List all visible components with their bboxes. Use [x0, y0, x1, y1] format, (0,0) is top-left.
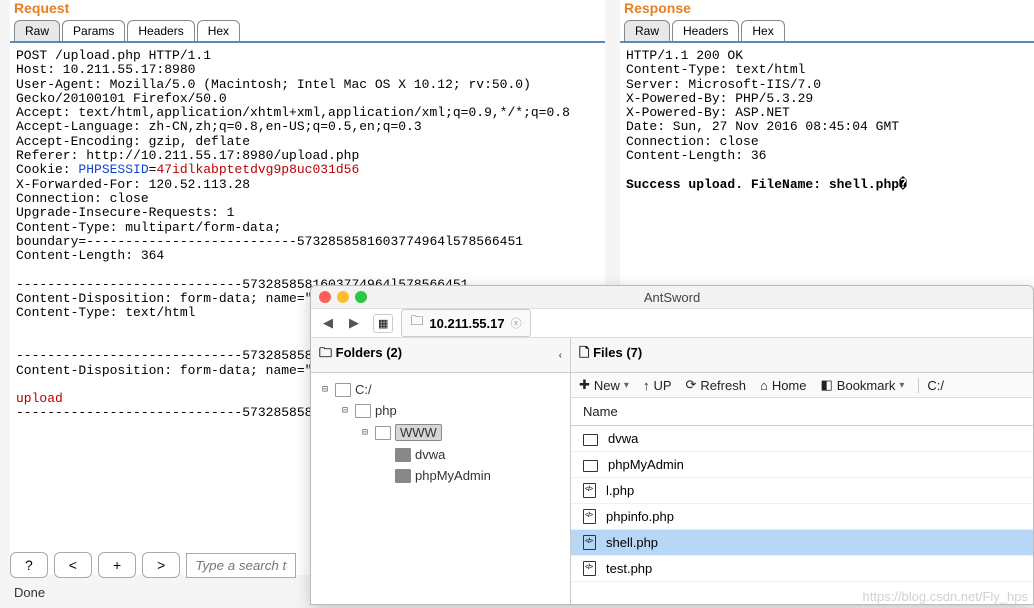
column-name[interactable]: Name: [571, 398, 1033, 426]
tree-node-phpMyAdmin[interactable]: phpMyAdmin: [311, 465, 570, 486]
code-file-icon: [583, 561, 596, 576]
up-button[interactable]: ↑ UP: [643, 378, 672, 393]
files-title: Files (7): [593, 345, 642, 360]
add-button[interactable]: +: [98, 552, 136, 578]
new-button[interactable]: ✚ New ▾: [579, 377, 629, 393]
address-text: 10.211.55.17: [429, 316, 504, 331]
folder-icon: [355, 404, 371, 418]
files-toolbar: ✚ New ▾ ↑ UP ⟳ Refresh ⌂ Home ◧ Bookmark…: [571, 373, 1033, 398]
address-tab[interactable]: 🗀 10.211.55.17 ⓧ: [401, 309, 530, 337]
file-row-phpMyAdmin[interactable]: phpMyAdmin: [571, 452, 1033, 478]
home-button[interactable]: ⌂ Home: [760, 378, 807, 393]
search-input[interactable]: [186, 553, 296, 578]
file-list[interactable]: dvwaphpMyAdminl.phpphpinfo.phpshell.phpt…: [571, 426, 1033, 582]
request-tabbar: RawParamsHeadersHex: [10, 16, 605, 43]
tree-node-WWW[interactable]: ⊟ WWW: [311, 421, 570, 444]
prev-button[interactable]: <: [54, 552, 92, 578]
antsword-titlebar[interactable]: AntSword: [311, 286, 1033, 308]
file-row-dvwa[interactable]: dvwa: [571, 426, 1033, 452]
antsword-title: AntSword: [311, 290, 1033, 305]
tree-node-dvwa[interactable]: dvwa: [311, 444, 570, 465]
response-pane: Response RawHeadersHex HTTP/1.1 200 OKCo…: [620, 0, 1034, 300]
folders-panel: 🗀 Folders (2) ‹ ⊟ C:/⊟ php⊟ WWW dvwa php…: [311, 338, 571, 604]
response-title: Response: [620, 0, 1034, 16]
request-title: Request: [10, 0, 605, 16]
path-input[interactable]: C:/: [918, 378, 944, 393]
tab-hex[interactable]: Hex: [741, 20, 784, 41]
folder-icon: 🗀: [410, 312, 423, 334]
antsword-window: AntSword ◀▶ ▦ 🗀 10.211.55.17 ⓧ 🗀 Folders…: [310, 285, 1034, 605]
collapse-icon[interactable]: ‹: [559, 350, 562, 361]
tab-raw[interactable]: Raw: [624, 20, 670, 41]
close-tab-icon[interactable]: ⓧ: [511, 315, 522, 331]
antsword-toolbar: ◀▶ ▦ 🗀 10.211.55.17 ⓧ: [311, 308, 1033, 338]
response-raw-body[interactable]: HTTP/1.1 200 OKContent-Type: text/htmlSe…: [620, 43, 1034, 198]
folder-icon: [335, 383, 351, 397]
files-header: 🗋 Files (7): [571, 338, 1033, 373]
tab-headers[interactable]: Headers: [672, 20, 739, 41]
tab-hex[interactable]: Hex: [197, 20, 240, 41]
folder-tree[interactable]: ⊟ C:/⊟ php⊟ WWW dvwa phpMyAdmin: [311, 373, 570, 492]
files-panel: 🗋 Files (7) ✚ New ▾ ↑ UP ⟳ Refresh ⌂ Hom…: [571, 338, 1033, 604]
tree-node-php[interactable]: ⊟ php: [311, 400, 570, 421]
file-row-phpinfo.php[interactable]: phpinfo.php: [571, 504, 1033, 530]
tab-headers[interactable]: Headers: [127, 20, 194, 41]
nav-back-forward[interactable]: ◀▶: [317, 313, 365, 333]
tab-raw[interactable]: Raw: [14, 20, 60, 41]
code-file-icon: [583, 483, 596, 498]
request-footer: ? < + >: [10, 552, 296, 578]
bookmark-button[interactable]: ◧ Bookmark ▾: [821, 377, 905, 393]
grid-icon[interactable]: ▦: [373, 314, 393, 333]
status-done: Done: [14, 585, 45, 600]
folder-icon: [395, 469, 411, 483]
code-file-icon: [583, 535, 596, 550]
tree-node-C[interactable]: ⊟ C:/: [311, 379, 570, 400]
code-file-icon: [583, 509, 596, 524]
folder-icon: [583, 460, 598, 472]
tab-params[interactable]: Params: [62, 20, 125, 41]
folders-header: 🗀 Folders (2) ‹: [311, 338, 570, 373]
folder-icon: [375, 426, 391, 440]
next-button[interactable]: >: [142, 552, 180, 578]
folder-icon: [583, 434, 598, 446]
response-tabbar: RawHeadersHex: [620, 16, 1034, 43]
watermark: https://blog.csdn.net/Fly_hps: [863, 589, 1028, 604]
file-icon: 🗋: [579, 345, 589, 360]
file-row-shell.php[interactable]: shell.php: [571, 530, 1033, 556]
file-row-test.php[interactable]: test.php: [571, 556, 1033, 582]
file-row-l.php[interactable]: l.php: [571, 478, 1033, 504]
help-button[interactable]: ?: [10, 552, 48, 578]
folders-title: Folders (2): [336, 345, 402, 360]
refresh-button[interactable]: ⟳ Refresh: [686, 377, 746, 393]
folder-icon: 🗀: [319, 345, 332, 360]
folder-icon: [395, 448, 411, 462]
